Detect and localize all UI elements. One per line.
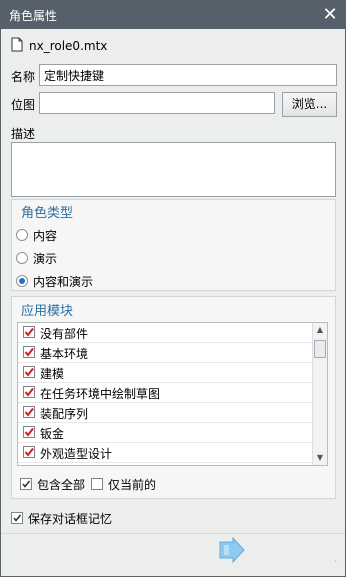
red-check-icon[interactable] (23, 406, 35, 418)
dialog-title: 角色属性 (9, 9, 58, 23)
arrow-right-icon[interactable] (217, 536, 247, 565)
module-label: 装配序列 (40, 407, 89, 421)
modules-list: 没有部件基本环境建模在任务环境中绘制草图 装配序列钣金外观造型设计 ▲ ▼ (17, 322, 328, 466)
list-item[interactable]: 钣金 (18, 423, 314, 443)
scroll-thumb[interactable] (314, 340, 326, 358)
red-check-icon[interactable] (23, 326, 35, 338)
checkbox-checked[interactable] (20, 478, 32, 490)
name-label: 名称 (11, 70, 36, 84)
list-item[interactable]: 外观造型设计 (18, 443, 314, 463)
browse-button[interactable]: 浏览... (282, 92, 337, 117)
red-check-icon[interactable] (23, 366, 35, 378)
resize-grip-icon[interactable]: · (334, 557, 337, 566)
radio-label: 内容和演示 (33, 275, 94, 289)
role-properties-dialog: 角色属性 ✕ nx_role0.mtx 名称 位图 浏览... 描述 角色类型 … (0, 0, 346, 577)
radio-button[interactable] (16, 252, 28, 264)
red-check-icon[interactable] (23, 386, 35, 398)
list-item[interactable]: 在任务环境中绘制草图 (18, 383, 314, 403)
bitmap-input[interactable] (39, 92, 275, 114)
module-label: 基本环境 (40, 347, 89, 361)
module-label: 在任务环境中绘制草图 (40, 387, 161, 401)
title-bar: 角色属性 ✕ (1, 1, 345, 29)
list-scrollbar[interactable]: ▲ ▼ (312, 323, 327, 465)
radio-button-selected[interactable] (16, 275, 28, 287)
module-label: 外观造型设计 (40, 447, 113, 461)
file-icon (11, 37, 23, 55)
list-item[interactable]: 没有部件 (18, 323, 314, 343)
radio-label: 演示 (33, 252, 58, 266)
save-dialog-memory-label: 保存对话框记忆 (28, 512, 113, 526)
name-input[interactable] (39, 64, 337, 86)
file-name: nx_role0.mtx (29, 39, 108, 53)
role-type-title: 角色类型 (21, 206, 74, 221)
description-textarea[interactable] (11, 142, 336, 197)
modules-title: 应用模块 (21, 304, 74, 319)
module-label: 没有部件 (40, 327, 89, 341)
close-icon[interactable]: ✕ (319, 4, 341, 26)
list-item[interactable]: 建模 (18, 363, 314, 383)
bitmap-label: 位图 (11, 98, 36, 112)
modules-list-items: 没有部件基本环境建模在任务环境中绘制草图 装配序列钣金外观造型设计 (18, 323, 314, 463)
checkbox-unchecked[interactable] (91, 478, 103, 490)
list-item[interactable]: 基本环境 (18, 343, 314, 363)
module-label: 钣金 (40, 427, 65, 441)
checkbox-checked[interactable] (11, 512, 23, 524)
include-all-label: 包含全部 (37, 478, 86, 492)
red-check-icon[interactable] (23, 346, 35, 358)
red-check-icon[interactable] (23, 426, 35, 438)
description-label: 描述 (11, 127, 36, 141)
list-item[interactable]: 装配序列 (18, 403, 314, 423)
scroll-up-icon[interactable]: ▲ (313, 323, 327, 337)
radio-label: 内容 (33, 229, 58, 243)
red-check-icon[interactable] (23, 446, 35, 458)
current-only-label: 仅当前的 (108, 478, 157, 492)
module-label: 建模 (40, 367, 65, 381)
radio-button[interactable] (16, 229, 28, 241)
footer-divider (1, 533, 345, 534)
scroll-down-icon[interactable]: ▼ (313, 451, 327, 465)
